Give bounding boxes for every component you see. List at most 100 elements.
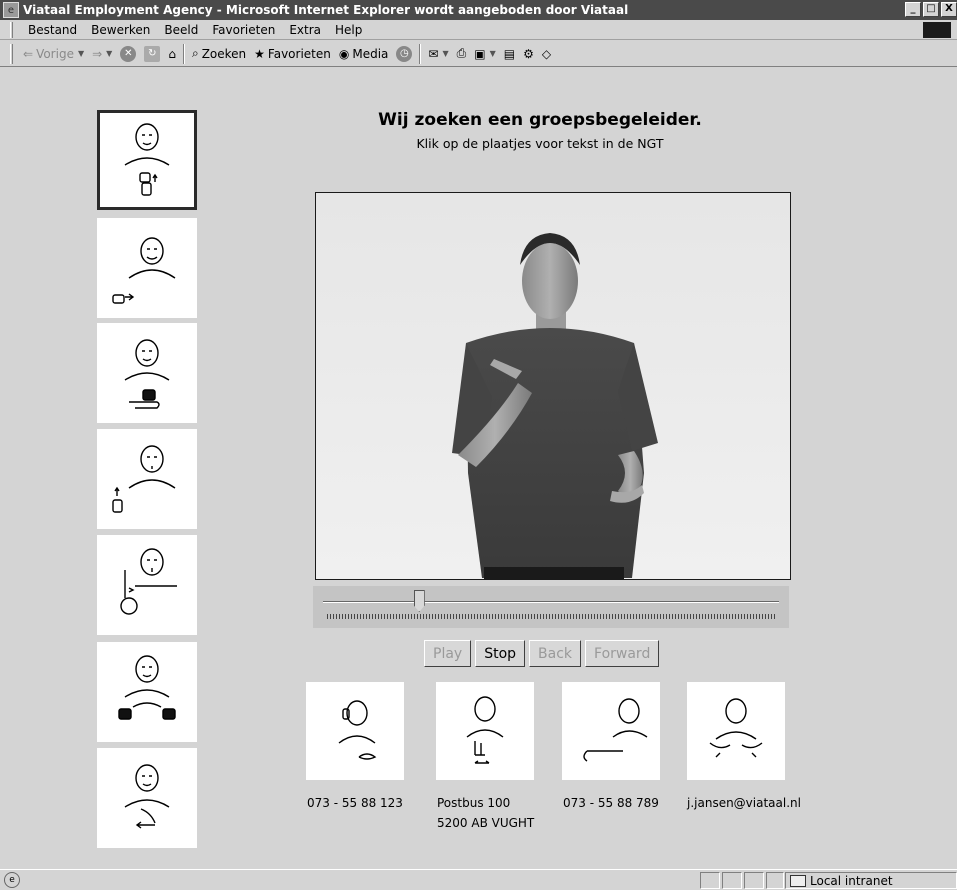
avatar-figure [452,233,658,579]
stop-button[interactable]: Stop [475,640,526,667]
sign-glyph-3-icon [124,339,170,409]
intranet-zone-icon [790,874,806,887]
contact-fax-text: 073 - 55 88 789 [563,793,659,813]
sign-glyph-6-icon [118,655,176,720]
slider-track[interactable] [323,601,779,603]
menu-beeld[interactable]: Beeld [157,23,205,37]
contact-tile-email[interactable] [687,682,785,780]
play-button[interactable]: Play [424,640,472,667]
back-button[interactable]: Back [529,640,582,667]
security-zone: Local intranet [785,872,957,889]
print-button[interactable]: ⎙ [453,43,471,65]
sign-glyph-7-icon [124,764,170,829]
back-dropdown-icon[interactable]: ▼ [78,49,84,58]
status-segment [722,872,742,889]
contact-tile-fax[interactable] [562,682,660,780]
menu-extra[interactable]: Extra [282,23,328,37]
sign-tile-1[interactable] [97,110,197,210]
sign-tile-6[interactable] [97,642,197,742]
status-segment [766,872,784,889]
sign-tile-2[interactable] [97,218,197,318]
mail-button[interactable]: ✉ ▼ [424,43,452,65]
email-sign-icon [709,698,763,758]
sign-tile-5[interactable] [97,535,197,635]
favorites-button[interactable]: ★ Favorieten [250,43,335,65]
contact-tile-address[interactable] [436,682,534,780]
window-titlebar: e Viataal Employment Agency - Microsoft … [0,0,957,20]
refresh-icon: ↻ [144,45,161,62]
contact-email-text: j.jansen@viataal.nl [687,793,801,813]
discuss-button[interactable]: ▤ [500,43,519,65]
sign-video-player[interactable] [315,192,791,580]
stop-button[interactable]: ✕ [116,43,140,65]
fax-sign-icon [583,698,648,762]
favorites-icon: ★ [254,46,265,61]
contact-fax-number: 073 - 55 88 789 [563,796,659,810]
print-icon: ⎙ [456,46,467,60]
research-icon: ⚙ [523,46,534,61]
contact-address-text: Postbus 100 5200 AB VUGHT [437,793,534,833]
maximize-button[interactable]: □ [923,2,939,17]
sign-tile-3[interactable] [97,323,197,423]
contact-phone-number: 073 - 55 88 123 [307,796,403,810]
contact-address-line2: 5200 AB VUGHT [437,816,535,830]
page-title: Wij zoeken een groepsbegeleider. [378,110,702,130]
sign-glyph-1-icon [124,123,170,196]
forward-button[interactable]: ⇒ ▼ [88,43,116,65]
messenger-icon: ◇ [541,46,552,61]
slider-ticks [327,614,775,619]
media-button[interactable]: ◉ Media [335,43,393,65]
phone-sign-icon [338,700,377,760]
edit-dropdown-icon[interactable]: ▼ [490,49,496,58]
sign-glyph-4-icon [112,445,176,513]
history-icon: ◷ [396,45,413,62]
refresh-button[interactable]: ↻ [140,43,164,65]
search-label: Zoeken [201,46,247,61]
toolbar-grip [10,43,13,64]
search-icon: ⌕ [191,46,199,60]
menu-help[interactable]: Help [328,23,369,37]
menu-bar: Bestand Bewerken Beeld Favorieten Extra … [0,20,957,40]
playback-slider[interactable] [313,586,789,628]
history-button[interactable]: ◷ [392,43,416,65]
sign-glyph-2-icon [112,237,176,304]
messenger-button[interactable]: ◇ [538,43,555,65]
menu-bestand[interactable]: Bestand [21,23,84,37]
media-label: Media [352,46,389,61]
slider-thumb[interactable] [413,590,425,612]
sign-glyph-5-icon [120,548,177,615]
security-zone-label: Local intranet [810,873,893,888]
toolbar-separator [419,43,422,64]
sign-tile-7[interactable] [97,748,197,848]
status-bar: e Local intranet [0,869,957,890]
contact-tile-phone[interactable] [306,682,404,780]
window-controls: _ □ X [905,2,957,17]
forward-dropdown-icon[interactable]: ▼ [106,49,112,58]
menu-bewerken[interactable]: Bewerken [84,23,157,37]
home-icon: ⌂ [168,46,176,61]
forward-arrow-icon: ⇒ [92,46,103,61]
media-icon: ◉ [338,46,350,61]
close-button[interactable]: X [941,2,957,17]
minimize-button[interactable]: _ [905,2,921,17]
standard-toolbar: ⇐ Vorige ▼ ⇒ ▼ ✕ ↻ ⌂ ⌕ Zoeken ★ Favoriet… [0,41,957,67]
page-subtitle: Klik op de plaatjes voor tekst in de NGT [416,136,664,151]
contact-phone-text: 073 - 55 88 123 [307,793,403,813]
sign-tile-4[interactable] [97,429,197,529]
contact-address-line1: Postbus 100 [437,796,511,810]
home-button[interactable]: ⌂ [164,43,180,65]
mail-dropdown-icon[interactable]: ▼ [442,49,448,58]
mail-icon: ✉ [428,46,439,61]
back-button[interactable]: ⇐ Vorige ▼ [19,43,88,65]
research-button[interactable]: ⚙ [519,43,538,65]
menu-favorieten[interactable]: Favorieten [205,23,282,37]
search-button[interactable]: ⌕ Zoeken [188,43,250,65]
back-arrow-icon: ⇐ [23,46,34,61]
menubar-grip [10,21,13,38]
discuss-icon: ▤ [503,46,516,61]
forward-button[interactable]: Forward [585,640,660,667]
contact-email-address: j.jansen@viataal.nl [687,796,801,810]
back-label: Vorige [36,46,74,61]
edit-button[interactable]: ▣ ▼ [470,43,500,65]
page-status-icon: e [4,872,20,888]
